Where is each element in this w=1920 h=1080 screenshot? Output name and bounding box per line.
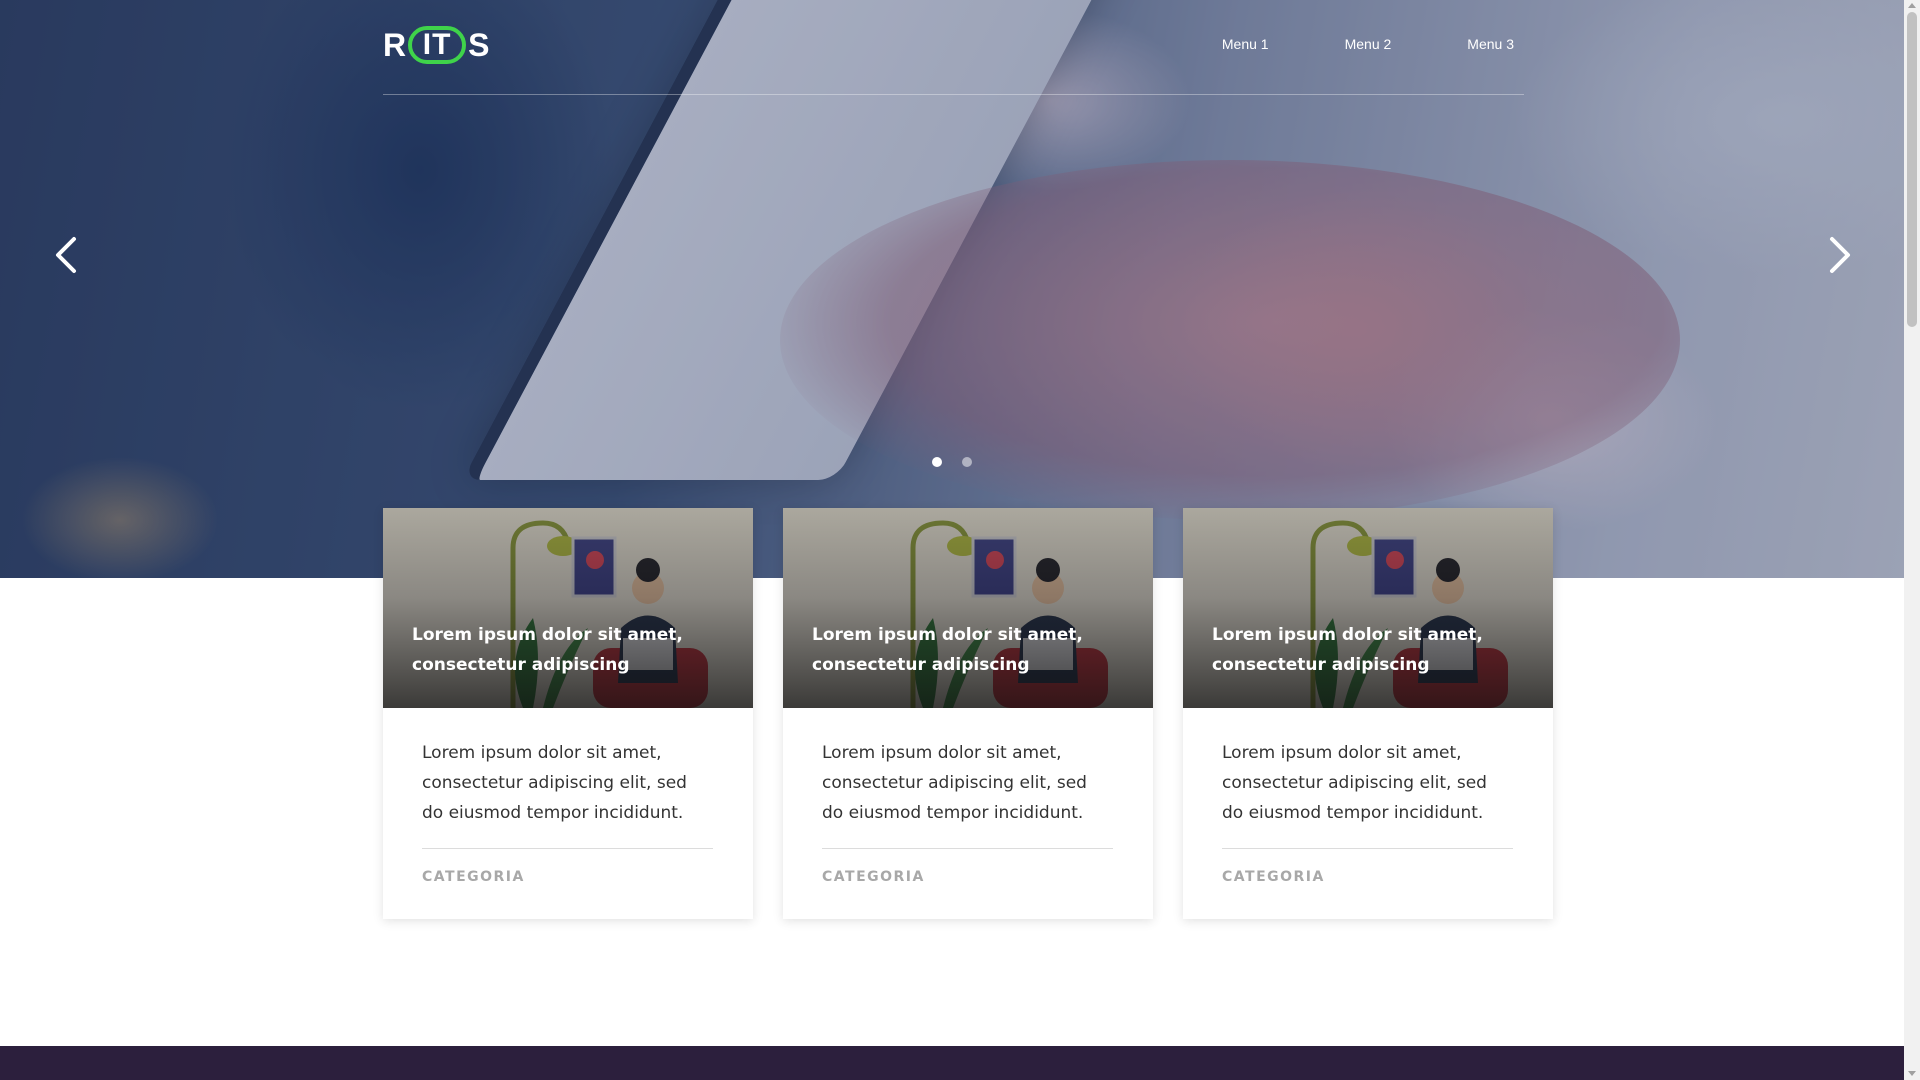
page-scrollbar[interactable] — [1904, 0, 1920, 1080]
card-divider — [822, 848, 1113, 849]
footer — [0, 1046, 1904, 1080]
card-text: Lorem ipsum dolor sit amet, consectetur … — [422, 743, 687, 823]
site-logo[interactable]: R IT S — [383, 22, 489, 68]
card-body: Lorem ipsum dolor sit amet, consectetur … — [383, 708, 753, 885]
nav-item-menu-3[interactable]: Menu 3 — [1467, 36, 1514, 52]
card[interactable]: Lorem ipsum dolor sit amet, consectetur … — [383, 508, 753, 919]
card-title[interactable]: Lorem ipsum dolor sit amet, consectetur … — [412, 620, 712, 680]
card-body: Lorem ipsum dolor sit amet, consectetur … — [1183, 708, 1553, 885]
carousel-indicators — [932, 457, 972, 467]
card-list: Lorem ipsum dolor sit amet, consectetur … — [383, 508, 1553, 919]
card-category[interactable]: CATEGORIA — [1222, 869, 1513, 885]
page: R IT S Menu 1 Menu 2 Menu 3 Lorem ipsum … — [0, 0, 1904, 1080]
nav-item-menu-1[interactable]: Menu 1 — [1222, 36, 1269, 52]
chevron-left-icon — [56, 237, 76, 273]
carousel-prev-button[interactable] — [48, 235, 88, 275]
card-divider — [1222, 848, 1513, 849]
logo-ring: IT — [408, 26, 467, 64]
card-image: Lorem ipsum dolor sit amet, consectetur … — [1183, 508, 1553, 708]
logo-letter-s: S — [468, 26, 490, 63]
scrollbar-thumb[interactable] — [1907, 12, 1917, 327]
main-nav: Menu 1 Menu 2 Menu 3 — [1222, 36, 1514, 52]
logo-letter-r: R — [383, 26, 407, 63]
card-image: Lorem ipsum dolor sit amet, consectetur … — [783, 508, 1153, 708]
nav-item-menu-2[interactable]: Menu 2 — [1345, 36, 1392, 52]
carousel-dot-2[interactable] — [962, 457, 972, 467]
card-title[interactable]: Lorem ipsum dolor sit amet, consectetur … — [812, 620, 1112, 680]
card-text: Lorem ipsum dolor sit amet, consectetur … — [822, 743, 1087, 823]
logo-text-it: IT — [422, 28, 452, 61]
card-category[interactable]: CATEGORIA — [822, 869, 1113, 885]
hero-carousel: R IT S Menu 1 Menu 2 Menu 3 — [0, 0, 1904, 578]
site-header: R IT S Menu 1 Menu 2 Menu 3 — [383, 0, 1524, 95]
carousel-next-button[interactable] — [1818, 235, 1858, 275]
card-category[interactable]: CATEGORIA — [422, 869, 713, 885]
card[interactable]: Lorem ipsum dolor sit amet, consectetur … — [783, 508, 1153, 919]
chevron-right-icon — [1830, 237, 1850, 273]
card[interactable]: Lorem ipsum dolor sit amet, consectetur … — [1183, 508, 1553, 919]
scroll-down-arrow-icon[interactable] — [1908, 1071, 1916, 1076]
card-image: Lorem ipsum dolor sit amet, consectetur … — [383, 508, 753, 708]
card-divider — [422, 848, 713, 849]
card-text: Lorem ipsum dolor sit amet, consectetur … — [1222, 743, 1487, 823]
card-body: Lorem ipsum dolor sit amet, consectetur … — [783, 708, 1153, 885]
scroll-up-arrow-icon[interactable] — [1908, 3, 1916, 8]
card-title[interactable]: Lorem ipsum dolor sit amet, consectetur … — [1212, 620, 1512, 680]
carousel-dot-1[interactable] — [932, 457, 942, 467]
